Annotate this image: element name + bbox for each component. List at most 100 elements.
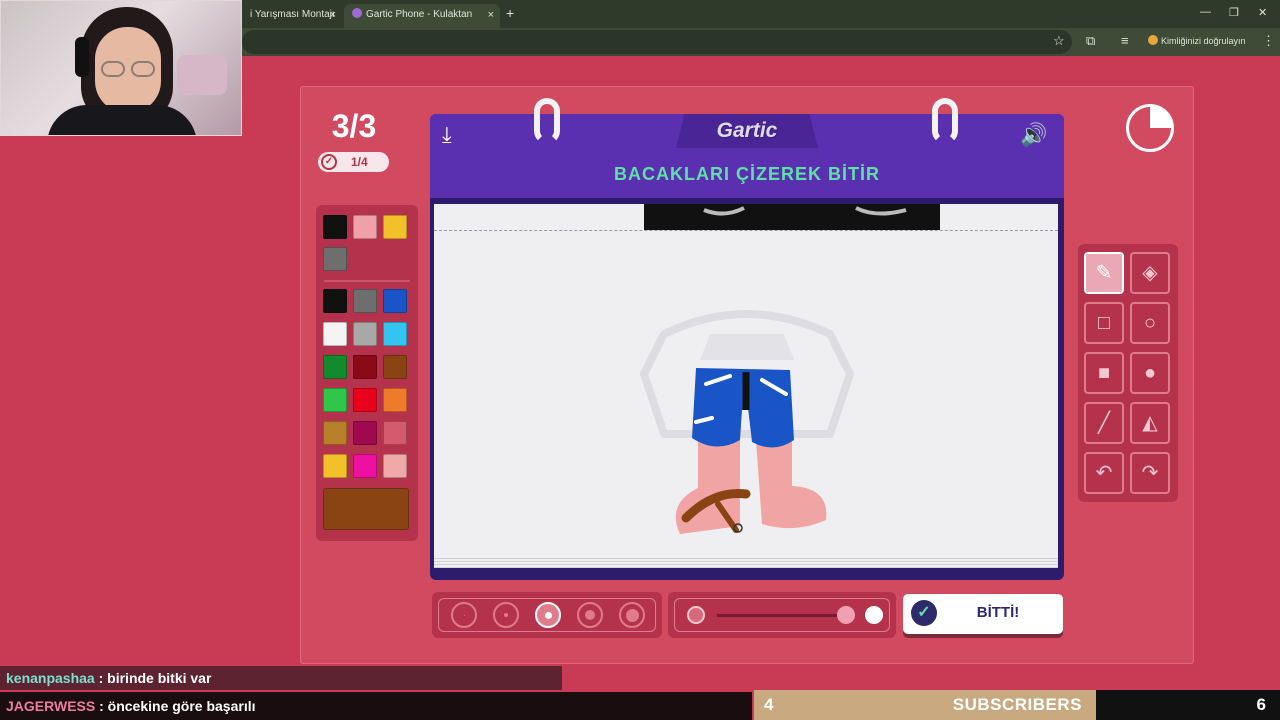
sound-icon[interactable]: 🔊 [1020, 122, 1047, 148]
color-swatch[interactable] [353, 289, 377, 313]
chat-username: kenanpashaa [6, 670, 95, 686]
recent-color-swatch[interactable] [383, 215, 407, 239]
done-button-label: BİTTİ! [976, 604, 1020, 621]
profile-label: Kimliğinizi doğrulayın [1161, 36, 1246, 46]
brush-size-option[interactable] [451, 602, 477, 628]
brush-size-option[interactable] [493, 602, 519, 628]
star-icon[interactable]: ☆ [1053, 33, 1065, 49]
avatar [1148, 35, 1158, 45]
color-swatch[interactable] [353, 388, 377, 412]
opacity-slider-handle[interactable] [837, 606, 855, 624]
ellipse-outline-tool-icon[interactable]: ○ [1130, 302, 1170, 344]
restore-icon[interactable]: ❐ [1229, 6, 1239, 19]
notebook-ring [932, 98, 958, 144]
chat-message: kenanpashaa : birinde bitki var [0, 666, 562, 690]
size-options [438, 598, 656, 632]
recent-color-swatch[interactable] [323, 215, 347, 239]
timer-icon [1126, 104, 1174, 152]
brush-size-dot [463, 614, 465, 616]
eraser-tool-icon[interactable]: ◈ [1130, 252, 1170, 294]
chat-text: : öncekine göre başarılı [99, 698, 256, 714]
round-counter: 3/3 [331, 108, 377, 144]
subscriber-goal: 6 [1096, 690, 1280, 720]
color-swatch[interactable] [383, 322, 407, 346]
chat-message: JAGERWESS : öncekine göre başarılı [0, 692, 752, 720]
pillow-shape [177, 55, 227, 95]
line-tool-icon[interactable]: ╱ [1084, 402, 1124, 444]
media-icon[interactable]: ≡ [1121, 33, 1129, 48]
recent-color-swatch[interactable] [323, 247, 347, 271]
color-swatch[interactable] [383, 421, 407, 445]
gartic-favicon-icon [352, 8, 362, 18]
color-swatch[interactable] [383, 454, 407, 478]
url-input[interactable] [242, 30, 1072, 54]
done-button[interactable]: ✓ BİTTİ! [903, 594, 1063, 634]
redo-tool-icon[interactable]: ↷ [1130, 452, 1170, 494]
palette-divider [324, 280, 410, 282]
color-swatch[interactable] [353, 322, 377, 346]
glasses-shape [131, 61, 155, 77]
color-swatch[interactable] [323, 388, 347, 412]
profile-button[interactable]: Kimliğinizi doğrulayın [1148, 35, 1246, 46]
undo-tool-icon[interactable]: ↶ [1084, 452, 1124, 494]
rectangle-filled-tool-icon[interactable]: ■ [1084, 352, 1124, 394]
brush-size-option[interactable] [535, 602, 561, 628]
notebook-ring [534, 98, 560, 144]
ellipse-filled-tool-icon[interactable]: ● [1130, 352, 1170, 394]
fill-bucket-tool-icon[interactable]: ◭ [1130, 402, 1170, 444]
brush-size-dot [585, 610, 595, 620]
opacity-max-icon [865, 606, 883, 624]
color-swatch[interactable] [353, 355, 377, 379]
chat-username: JAGERWESS [6, 698, 96, 714]
recent-color-swatch[interactable] [353, 215, 377, 239]
rectangle-outline-tool-icon[interactable]: □ [1084, 302, 1124, 344]
color-swatch[interactable] [323, 355, 347, 379]
shirt-shape [47, 105, 197, 135]
color-swatch[interactable] [353, 421, 377, 445]
download-icon[interactable]: ⤓ [442, 122, 452, 148]
extensions-icon[interactable]: ⧉ [1086, 33, 1095, 49]
subscriber-goal-bar: 4 SUBSCRIBERS [754, 690, 1096, 720]
close-icon[interactable]: × [330, 4, 336, 26]
color-swatch[interactable] [323, 289, 347, 313]
tool-panel: ✎ ◈ □ ○ ■ ● ╱ ◭ ↶ ↷ [1078, 244, 1178, 502]
color-swatch[interactable] [323, 322, 347, 346]
player-drawing [675, 368, 827, 534]
subscriber-count: 4 [764, 695, 774, 714]
opacity-min-icon [687, 606, 705, 624]
color-swatch[interactable] [353, 454, 377, 478]
color-swatch[interactable] [323, 421, 347, 445]
browser-tab[interactable]: i Yarışması Montajı # × [242, 4, 342, 42]
notebook-header: Gartic ⤓ 🔊 BACAKLARI ÇİZEREK BİTİR [430, 114, 1064, 198]
drawing-notebook: Gartic ⤓ 🔊 BACAKLARI ÇİZEREK BİTİR [430, 98, 1064, 580]
color-swatch[interactable] [383, 289, 407, 313]
webcam-overlay [0, 0, 242, 136]
new-tab-icon[interactable]: + [506, 5, 514, 21]
close-icon[interactable]: × [488, 4, 494, 26]
brush-size-dot [625, 608, 639, 622]
browser-tab-active[interactable]: Gartic Phone - Kulaktan Kulağa × [344, 4, 500, 42]
gartic-logo: Gartic [716, 119, 778, 142]
color-swatch[interactable] [383, 355, 407, 379]
opacity-track[interactable] [717, 614, 847, 617]
color-swatch[interactable] [323, 454, 347, 478]
menu-icon[interactable]: ⋮ [1262, 33, 1275, 49]
instruction-title: BACAKLARI ÇİZEREK BİTİR [614, 164, 880, 184]
headset-shape [75, 37, 89, 77]
glasses-shape [101, 61, 125, 77]
pencil-tool-icon[interactable]: ✎ [1084, 252, 1124, 294]
drawing-canvas[interactable] [434, 204, 1058, 556]
brush-size-dot [544, 611, 552, 619]
opacity-track-container [674, 598, 890, 632]
check-icon: ✓ [911, 600, 937, 626]
minimize-icon[interactable]: — [1200, 6, 1211, 18]
brush-size-dot [504, 613, 508, 617]
brush-size-option[interactable] [577, 602, 603, 628]
brush-size-option[interactable] [619, 602, 645, 628]
check-icon: ✓ [321, 154, 337, 170]
chat-text: : birinde bitki var [98, 670, 212, 686]
notebook-pages-edge [434, 556, 1058, 568]
color-swatch[interactable] [383, 388, 407, 412]
current-color-swatch [323, 488, 409, 530]
window-close-icon[interactable]: ✕ [1258, 6, 1267, 19]
